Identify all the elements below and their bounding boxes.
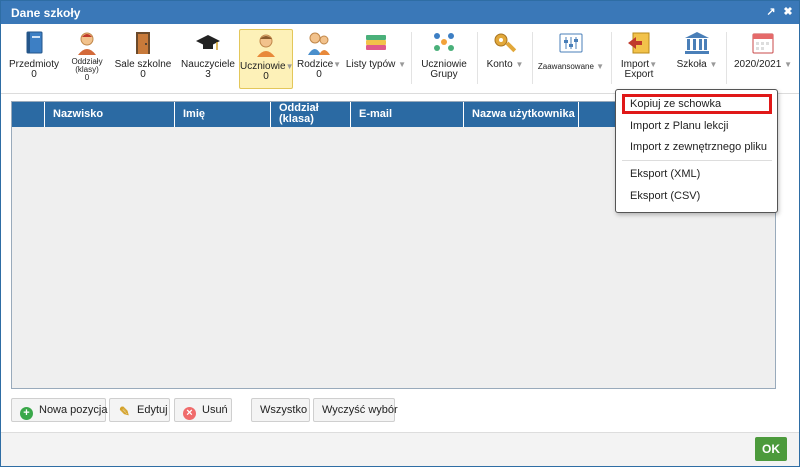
toolbar-konto[interactable]: Konto ▼ [481,28,529,88]
count-sale: 0 [140,69,146,80]
window-title: Dane szkoły [11,6,81,20]
grid-select-column[interactable] [12,102,44,127]
chevron-down-icon: ▼ [515,60,524,69]
stacked-layers-icon [366,35,386,50]
toolbar-oddzialy[interactable]: Oddziały (klasy) 0 [65,28,109,88]
groups-icon [434,33,454,51]
toolbar: Przedmioty 0 Oddziały (klasy) 0 Sale szkoln… [1,24,799,94]
label-konto: Konto [486,59,513,70]
maximize-icon[interactable]: ↗ [764,4,778,20]
import-export-dropdown-menu: Kopiuj ze schowka Import z Planu lekcji … [615,89,778,213]
graduation-cap-icon [196,35,220,50]
column-imie[interactable]: Imię [174,102,270,127]
menu-item-import-z-pliku[interactable]: Import z zewnętrznego pliku [622,137,772,157]
column-oddzial[interactable]: Oddział (klasa) [270,102,350,127]
toolbar-import-export[interactable]: Import▼ Export [615,28,663,88]
label-rodzice: Rodzice [297,59,334,70]
close-icon[interactable]: ✖ [781,4,795,20]
usun-button[interactable]: × Usuń [174,398,232,422]
toolbar-zaawansowane[interactable]: Zaawansowane ▼ [535,28,607,88]
edytuj-label: Edytuj [137,404,168,416]
door-icon [136,32,150,54]
plus-icon: + [20,407,33,420]
sub-uczniowie-grupy: Grupy [430,69,458,80]
menu-item-eksport-xml[interactable]: Eksport (XML) [622,164,772,184]
ok-button[interactable]: OK [755,437,787,461]
count-uczniowie: 0 [263,71,269,82]
chevron-down-icon: ▼ [285,62,294,71]
import-export-icon [628,32,650,54]
parents-icon [308,32,330,55]
count-rodzice: 0 [316,69,322,80]
label-zaawansowane: Zaawansowane [537,62,594,71]
toolbar-uczniowie-grupy[interactable]: Uczniowie Grupy [415,28,473,88]
toolbar-uczniowie[interactable]: Uczniowie▼ 0 [239,29,294,89]
toolbar-divider [726,32,727,84]
wszystko-button[interactable]: Wszystko [251,398,310,422]
action-bar: + Nowa pozycja ✎ Edytuj × Usuń Wszystko Wyc… [1,394,799,430]
chevron-down-icon: ▼ [649,60,658,69]
dane-szkoly-window: Dane szkoły ↗ ✖ Przedmioty 0 Oddziały (kla… [0,0,800,467]
calendar-icon [752,33,774,54]
chevron-down-icon: ▼ [709,60,718,69]
count-oddzialy: 0 [84,73,90,82]
menu-divider [622,160,772,161]
chevron-down-icon: ▼ [398,60,407,69]
dialog-footer: OK [1,432,799,466]
nowa-pozycja-button[interactable]: + Nowa pozycja [11,398,108,422]
column-nazwisko[interactable]: Nazwisko [44,102,174,127]
toolbar-school-year[interactable]: 2020/2021 ▼ [730,28,796,88]
book-icon [26,31,43,54]
usun-label: Usuń [202,404,228,416]
chevron-down-icon: ▼ [333,60,342,69]
menu-item-eksport-csv[interactable]: Eksport (CSV) [622,186,772,206]
column-email[interactable]: E-mail [350,102,463,127]
column-oddzial-sub: (klasa) [279,113,314,125]
label-school-year: 2020/2021 [734,59,782,70]
toolbar-sale[interactable]: Sale szkolne 0 [113,28,173,88]
label-export: Export [624,69,654,80]
pencil-icon: ✎ [119,404,130,419]
toolbar-divider [477,32,478,84]
count-nauczyciele: 3 [205,69,211,80]
menu-item-import-z-planu-lekcji[interactable]: Import z Planu lekcji [622,116,772,136]
wyczysc-wybor-button[interactable]: Wyczyść wybór [313,398,398,422]
edytuj-button[interactable]: ✎ Edytuj [109,398,170,422]
school-building-icon [685,32,709,54]
chevron-down-icon: ▼ [784,60,792,69]
toolbar-divider [532,32,533,84]
menu-item-kopiuj-ze-schowka[interactable]: Kopiuj ze schowka [622,94,772,114]
count-przedmioty: 0 [31,69,37,80]
class-group-icon [78,32,96,55]
student-icon [257,34,275,57]
toolbar-divider [411,32,412,84]
toolbar-szkola[interactable]: Szkoła ▼ [671,28,723,88]
label-listy-typow: Listy typów [345,59,396,70]
nowa-pozycja-label: Nowa pozycja [39,404,108,416]
title-bar: Dane szkoły ↗ ✖ [1,1,799,24]
toolbar-nauczyciele[interactable]: Nauczyciele 3 [178,28,238,88]
toolbar-divider [611,32,612,84]
sliders-icon [559,33,583,53]
toolbar-listy-typow[interactable]: Listy typów ▼ [344,28,408,88]
toolbar-rodzice[interactable]: Rodzice▼ 0 [297,28,341,88]
chevron-down-icon: ▼ [596,62,605,71]
toolbar-przedmioty[interactable]: Przedmioty 0 [7,28,61,88]
key-icon [494,33,517,53]
label-szkola: Szkoła [676,59,707,70]
column-nazwa-uzytkownika[interactable]: Nazwa użytkownika [463,102,578,127]
remove-icon: × [183,407,196,420]
